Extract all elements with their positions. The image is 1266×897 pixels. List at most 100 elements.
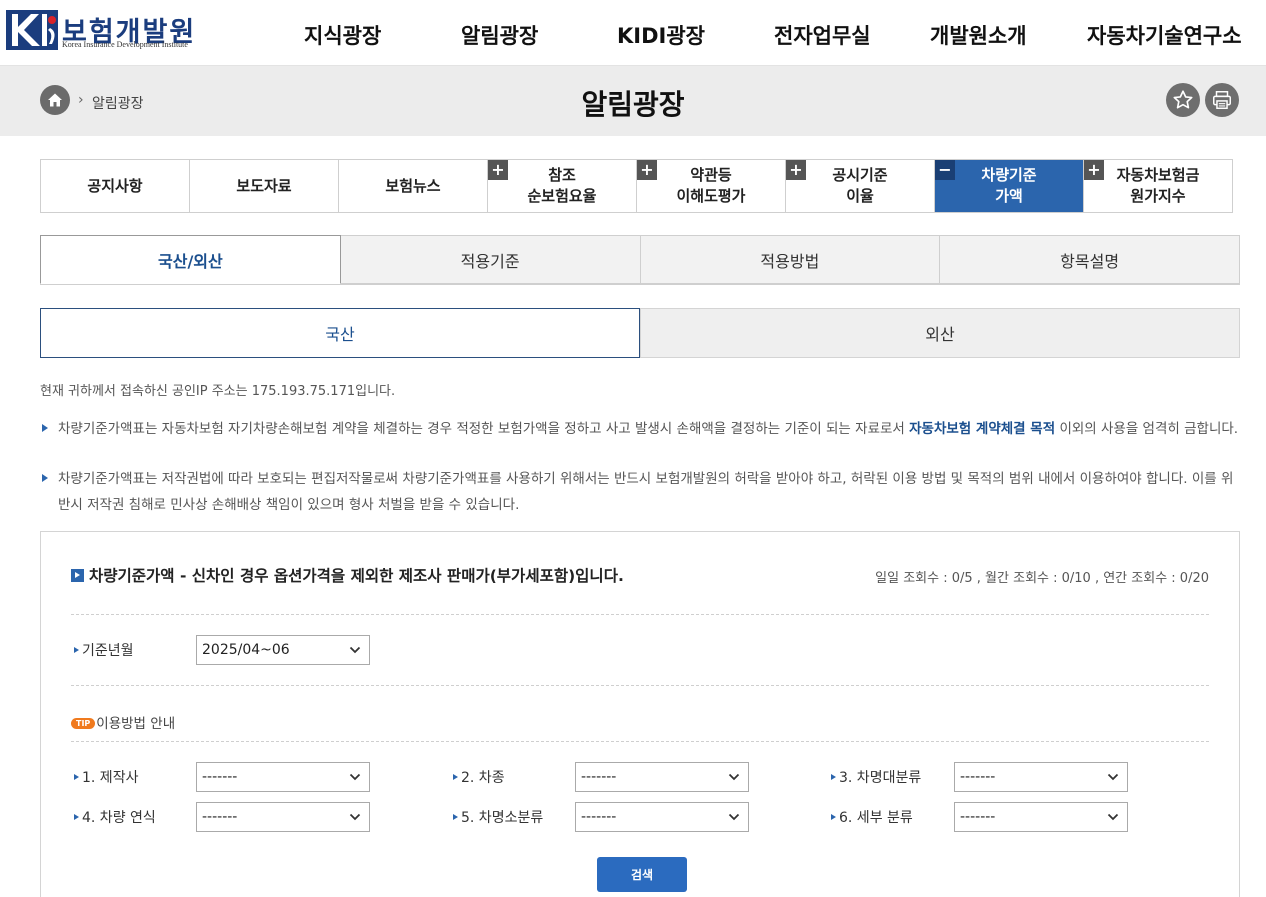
bullet-icon — [831, 774, 836, 780]
search-panel: 차량기준가액 - 신차인 경우 옵션가격을 제외한 제조사 판매가(부가세포함)… — [40, 531, 1240, 897]
chevron-down-icon — [728, 773, 740, 781]
tab-item-description[interactable]: 항목설명 — [940, 235, 1240, 284]
panel-title: 차량기준가액 - 신차인 경우 옵션가격을 제외한 제조사 판매가(부가세포함)… — [71, 564, 624, 586]
label-text: 기준년월 — [82, 643, 134, 659]
ip-notice: 현재 귀하께서 접속하신 공인IP 주소는 175.193.75.171입니다. — [40, 384, 396, 399]
print-button[interactable] — [1205, 83, 1239, 117]
origin-segment: 국산 외산 — [40, 308, 1240, 358]
gnb-kidi[interactable]: KIDI광장 — [617, 20, 705, 50]
subnav-reference-rate[interactable]: + 참조순보험요율 — [488, 160, 637, 212]
subnav-label: 순보험요율 — [527, 187, 597, 205]
select-value: ------- — [202, 809, 238, 825]
panel-title-text: 차량기준가액 - 신차인 경우 옵션가격을 제외한 제조사 판매가(부가세포함)… — [89, 567, 624, 585]
bullet-icon — [831, 814, 836, 820]
favorite-button[interactable] — [1166, 83, 1200, 117]
vehicle-type-select[interactable]: ------- — [575, 762, 749, 792]
bullet-icon — [74, 814, 79, 820]
page-title: 알림광장 — [581, 88, 685, 121]
detail-class-label: 6. 세부 분류 — [831, 807, 913, 827]
subnav-label: 보도자료 — [236, 176, 292, 195]
subnav-label: 차량기준 — [981, 166, 1037, 184]
model-major-label: 3. 차명대분류 — [831, 767, 921, 787]
base-period-label: 기준년월 — [74, 640, 134, 660]
model-year-label: 4. 차량 연식 — [74, 807, 156, 827]
view-counter: 일일 조회수 : 0/5 , 월간 조회수 : 0/10 , 연간 조회수 : … — [875, 571, 1209, 586]
manufacturer-label: 1. 제작사 — [74, 767, 138, 787]
notice-text: 차량기준가액표는 자동차보험 자기차량손해보험 계약을 체결하는 경우 적정한 … — [58, 421, 910, 437]
label-text: 3. 차명대분류 — [839, 770, 922, 786]
content-tabs: 국산/외산 적용기준 적용방법 항목설명 — [40, 235, 1240, 285]
chevron-down-icon — [349, 646, 361, 654]
chevron-down-icon — [349, 813, 361, 821]
tab-domestic-foreign[interactable]: 국산/외산 — [40, 235, 341, 284]
model-major-select[interactable]: ------- — [954, 762, 1128, 792]
subnav-label: 공지사항 — [87, 176, 143, 195]
bullet-icon — [42, 474, 48, 482]
label-text: 5. 차명소분류 — [461, 810, 544, 826]
vehicle-type-label: 2. 차종 — [453, 767, 505, 787]
base-period-select[interactable]: 2025/04~06 — [196, 635, 370, 665]
segment-domestic[interactable]: 국산 — [40, 308, 640, 358]
gnb-knowledge[interactable]: 지식광장 — [304, 20, 381, 50]
notice-highlight: 자동차보험 계약체결 목적 — [909, 421, 1056, 437]
divider — [71, 614, 1209, 615]
label-text: 1. 제작사 — [82, 770, 139, 786]
select-value: ------- — [581, 769, 617, 785]
usage-guide[interactable]: TIP 이용방법 안내 — [71, 712, 175, 732]
select-value: ------- — [581, 809, 617, 825]
manufacturer-select[interactable]: ------- — [196, 762, 370, 792]
notice-text: 차량기준가액표는 저작권법에 따라 보호되는 편집저작물로써 차량기준가액표를 … — [58, 471, 1234, 513]
subnav-terms-evaluation[interactable]: + 약관등 이해도평가 — [637, 160, 786, 212]
star-icon — [1173, 90, 1193, 109]
subnav-press[interactable]: 보도자료 — [190, 160, 339, 212]
gnb-auto-research[interactable]: 자동차기술연구소 — [1087, 20, 1242, 50]
expand-icon[interactable]: + — [1084, 160, 1104, 180]
logo-mark-icon — [6, 10, 58, 50]
subnav-label: 공시기준 — [832, 166, 888, 184]
subnav-claim-cost-index[interactable]: + 자동차보험금원가지수 — [1084, 160, 1232, 212]
gnb-e-office[interactable]: 전자업무실 — [774, 20, 871, 50]
notice-usage: 차량기준가액표는 자동차보험 자기차량손해보험 계약을 체결하는 경우 적정한 … — [40, 416, 1240, 442]
bullet-icon — [453, 774, 458, 780]
subnav-label: 참조 — [548, 166, 576, 184]
chevron-down-icon — [349, 773, 361, 781]
detail-class-select[interactable]: ------- — [954, 802, 1128, 832]
model-minor-select[interactable]: ------- — [575, 802, 749, 832]
label-text: 2. 차종 — [461, 770, 505, 786]
tab-criteria[interactable]: 적용기준 — [340, 235, 641, 284]
subnav-disclosure-rate[interactable]: + 공시기준이율 — [786, 160, 935, 212]
select-value: ------- — [960, 769, 996, 785]
subnav-insurance-news[interactable]: 보험뉴스 — [339, 160, 488, 212]
tab-method[interactable]: 적용방법 — [640, 235, 941, 284]
label-text: 6. 세부 분류 — [839, 810, 913, 826]
collapse-icon[interactable]: − — [935, 160, 955, 180]
search-button[interactable]: 검색 — [597, 857, 687, 892]
notice-copyright: 차량기준가액표는 저작권법에 따라 보호되는 편집저작물로써 차량기준가액표를 … — [40, 466, 1240, 518]
expand-icon[interactable]: + — [786, 160, 806, 180]
chevron-down-icon — [1107, 813, 1119, 821]
tip-badge: TIP — [71, 718, 96, 729]
bullet-icon — [74, 647, 79, 653]
subnav-vehicle-value[interactable]: − 차량기준 가액 — [935, 160, 1084, 212]
logo-subtitle: Korea Insurance Development Institute — [62, 40, 188, 49]
subnav-label: 자동차보험금 — [1116, 166, 1200, 184]
segment-foreign[interactable]: 외산 — [640, 308, 1240, 358]
logo[interactable]: 보험개발원 Korea Insurance Development Instit… — [6, 10, 206, 52]
title-band: › 알림광장 알림광장 — [0, 66, 1266, 136]
model-minor-label: 5. 차명소분류 — [453, 807, 543, 827]
model-year-select[interactable]: ------- — [196, 802, 370, 832]
gnb-about[interactable]: 개발원소개 — [930, 20, 1027, 50]
subnav-label: 약관등 — [690, 166, 732, 184]
subnav-label: 이율 — [846, 187, 874, 205]
gnb-notice[interactable]: 알림광장 — [461, 20, 538, 50]
select-value: ------- — [960, 809, 996, 825]
divider — [71, 741, 1209, 742]
bullet-icon — [42, 424, 48, 432]
subnav-notices[interactable]: 공지사항 — [41, 160, 190, 212]
expand-icon[interactable]: + — [488, 160, 508, 180]
subnav-label: 원가지수 — [1130, 187, 1186, 205]
expand-icon[interactable]: + — [637, 160, 657, 180]
bullet-icon — [74, 774, 79, 780]
notice-text: 이외의 사용을 엄격히 금합니다. — [1055, 421, 1239, 437]
print-icon — [1213, 91, 1231, 109]
